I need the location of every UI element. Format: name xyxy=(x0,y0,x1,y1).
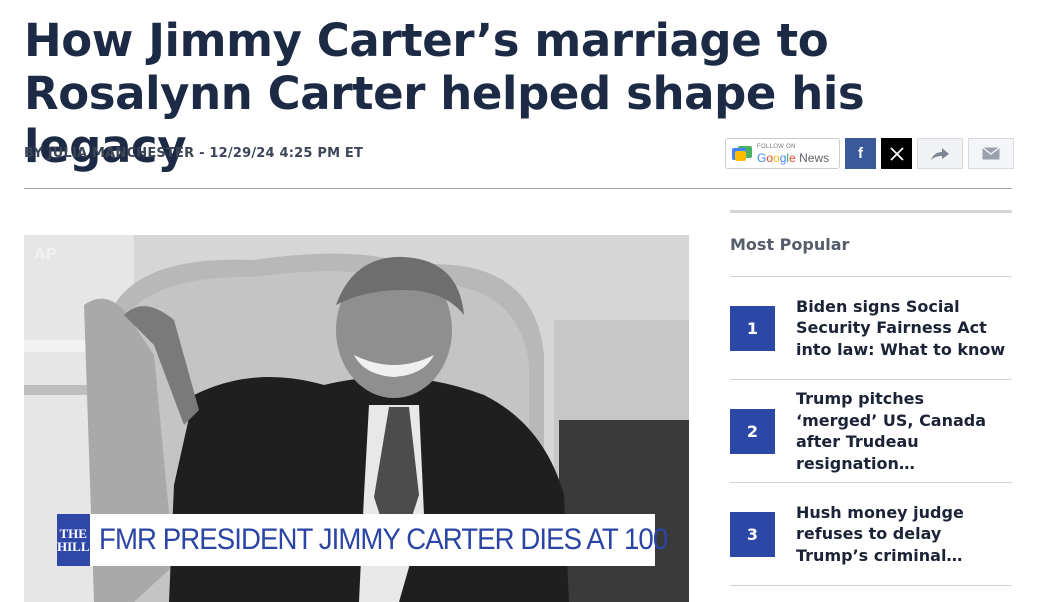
most-popular-sidebar: Most Popular 1 Biden signs Social Securi… xyxy=(730,210,1012,586)
google-news-button[interactable]: FOLLOW ON Google News xyxy=(725,138,840,169)
google-news-label: Google News xyxy=(757,150,830,165)
email-icon xyxy=(982,147,1000,160)
popular-rank-badge: 3 xyxy=(730,511,775,557)
photo-credit: AP xyxy=(34,245,57,263)
popular-item-link[interactable]: Hush money judge refuses to delay Trump’… xyxy=(796,502,1010,567)
facebook-share-button[interactable]: f xyxy=(845,138,876,169)
popular-item-link[interactable]: Biden signs Social Security Fairness Act… xyxy=(796,296,1010,361)
popular-rank-badge: 2 xyxy=(730,408,775,454)
google-news-icon xyxy=(732,145,752,162)
google-news-follow-label: FOLLOW ON xyxy=(757,143,796,150)
the-hill-logo: THE HILL xyxy=(57,514,90,566)
x-icon xyxy=(889,146,904,161)
facebook-icon: f xyxy=(858,145,863,162)
article-byline: BY JULIA MANCHESTER - 12/29/24 4:25 PM E… xyxy=(24,146,364,161)
header-divider xyxy=(24,188,1012,189)
popular-rank-badge: 1 xyxy=(730,305,775,351)
lower-third-text: FMR PRESIDENT JIMMY CARTER DIES AT 100 xyxy=(98,523,668,556)
x-share-button[interactable] xyxy=(881,138,912,169)
share-forward-icon xyxy=(931,147,949,160)
popular-item-2[interactable]: 2 Trump pitches ‘merged’ US, Canada afte… xyxy=(730,380,1012,483)
share-bar: FOLLOW ON Google News f xyxy=(725,138,1014,170)
forward-share-button[interactable] xyxy=(917,138,963,169)
email-share-button[interactable] xyxy=(968,138,1014,169)
article-hero-image[interactable]: AP THE HILL FMR PRESIDENT JIMMY CARTER D… xyxy=(24,235,689,602)
popular-item-3[interactable]: 3 Hush money judge refuses to delay Trum… xyxy=(730,483,1012,586)
sidebar-top-rule xyxy=(730,210,1012,213)
popular-item-link[interactable]: Trump pitches ‘merged’ US, Canada after … xyxy=(796,388,1010,474)
popular-item-1[interactable]: 1 Biden signs Social Security Fairness A… xyxy=(730,277,1012,380)
most-popular-title: Most Popular xyxy=(730,235,850,254)
video-lower-third: THE HILL FMR PRESIDENT JIMMY CARTER DIES… xyxy=(57,514,668,566)
